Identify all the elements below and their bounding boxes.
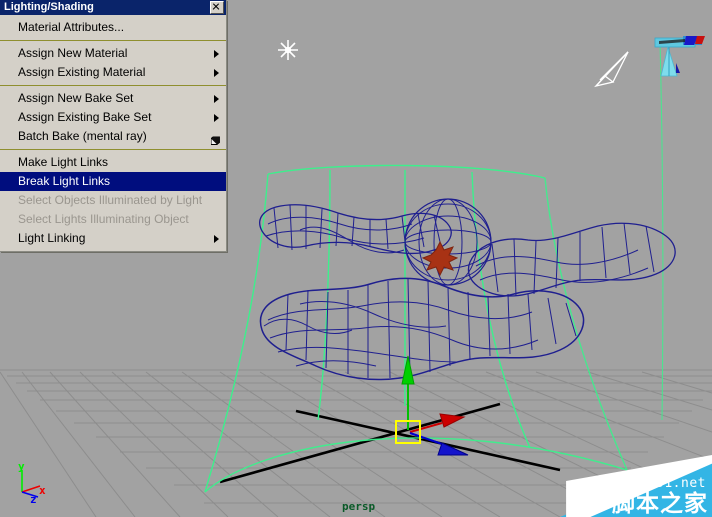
- menu-item-assign-new-material[interactable]: Assign New Material: [0, 44, 226, 63]
- menu-item-select-objects-illuminated-by-light: Select Objects Illuminated by Light: [0, 191, 226, 210]
- menu-separator: [0, 85, 226, 86]
- menu-item-label: Break Light Links: [18, 174, 111, 188]
- menu-item-label: Light Linking: [18, 231, 86, 245]
- menu-item-assign-existing-material[interactable]: Assign Existing Material: [0, 63, 226, 82]
- close-icon[interactable]: [210, 1, 224, 14]
- viewport-camera-label: persp: [342, 500, 376, 513]
- menu-item-batch-bake[interactable]: Batch Bake (mental ray): [0, 127, 226, 146]
- menu-item-select-lights-illuminating-object: Select Lights Illuminating Object: [0, 210, 226, 229]
- menu-item-label: Batch Bake (mental ray): [18, 129, 147, 143]
- menu-item-label: Assign New Material: [18, 46, 128, 60]
- menu-title-text: Lighting/Shading: [4, 1, 94, 13]
- chevron-right-icon: [214, 113, 219, 122]
- maya-screenshot: y x z persp jb51.net 脚本之家 Lighting/Shadi…: [0, 0, 712, 517]
- menu-item-make-light-links[interactable]: Make Light Links: [0, 153, 226, 172]
- option-box-icon[interactable]: [210, 132, 220, 145]
- menu-item-label: Select Lights Illuminating Object: [18, 212, 189, 226]
- menu-separator: [0, 40, 226, 41]
- chevron-right-icon: [214, 49, 219, 58]
- star-light-icon[interactable]: [278, 40, 298, 60]
- menu-item-label: Material Attributes...: [18, 20, 125, 34]
- menu-item-label: Make Light Links: [18, 155, 109, 169]
- menu-item-label: Assign New Bake Set: [18, 91, 134, 105]
- menu-separator: [0, 149, 226, 150]
- menu-title-bar: Lighting/Shading: [0, 0, 226, 15]
- chevron-right-icon: [214, 68, 219, 77]
- menu-item-break-light-links[interactable]: Break Light Links: [0, 172, 226, 191]
- menu-item-assign-new-bake-set[interactable]: Assign New Bake Set: [0, 89, 226, 108]
- menu-items-list: Material Attributes... Assign New Materi…: [0, 15, 226, 251]
- menu-item-label: Select Objects Illuminated by Light: [18, 193, 203, 207]
- lighting-shading-menu[interactable]: Lighting/Shading Material Attributes... …: [0, 0, 227, 252]
- menu-item-label: Assign Existing Bake Set: [18, 110, 152, 124]
- axis-label-x: x: [39, 484, 46, 497]
- axis-label-y: y: [18, 460, 25, 473]
- menu-item-material-attributes[interactable]: Material Attributes...: [0, 18, 226, 37]
- menu-item-light-linking[interactable]: Light Linking: [0, 229, 226, 248]
- axis-label-z: z: [30, 493, 37, 506]
- menu-item-assign-existing-bake-set[interactable]: Assign Existing Bake Set: [0, 108, 226, 127]
- menu-item-label: Assign Existing Material: [18, 65, 146, 79]
- chevron-right-icon: [214, 234, 219, 243]
- chevron-right-icon: [214, 94, 219, 103]
